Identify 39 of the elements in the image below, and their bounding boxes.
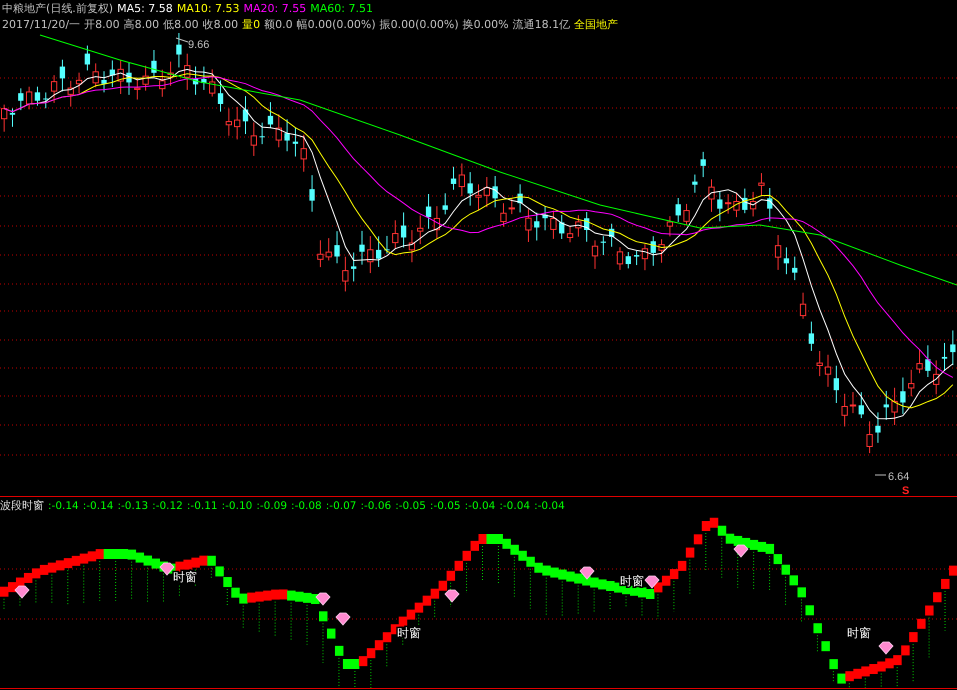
quote-field: 振0.00(0.00%) bbox=[380, 16, 459, 32]
indicator-value: :-0.10 bbox=[222, 500, 252, 512]
indicator-value: :-0.04 bbox=[464, 500, 496, 512]
indicator-value: :-0.08 bbox=[291, 500, 322, 512]
quote-field: 高8.00 bbox=[124, 16, 160, 32]
quote-field: 流通18.1亿 bbox=[512, 16, 570, 32]
window-label: 时窗 bbox=[847, 626, 871, 640]
indicator-value: :-0.04 bbox=[534, 500, 565, 512]
quote-field: 全国地产 bbox=[574, 16, 618, 32]
indicator-value: :-0.14 bbox=[48, 500, 79, 512]
quote-field: 开8.00 bbox=[84, 16, 120, 32]
high-price-label: 9.66 bbox=[176, 38, 210, 51]
quote-field: 量0 bbox=[242, 16, 260, 32]
moving-average-value: MA5: 7.58 bbox=[117, 2, 173, 14]
quote-field: 换0.00% bbox=[462, 16, 509, 32]
moving-average-value: MA20: 7.55 bbox=[244, 2, 306, 14]
moving-average-value: MA60: 7.51 bbox=[310, 2, 373, 14]
indicator-value: :-0.09 bbox=[256, 500, 288, 512]
indicator-value: :-0.05 bbox=[395, 500, 426, 512]
indicator-value: :-0.07 bbox=[326, 500, 356, 512]
quote-field: 2017/11/20/一 bbox=[2, 16, 80, 32]
indicator-value: :-0.06 bbox=[360, 500, 392, 512]
quote-field: 幅0.00(0.00%) bbox=[296, 16, 376, 32]
quote-field: 低8.00 bbox=[163, 16, 199, 32]
indicator-value: :-0.11 bbox=[186, 500, 218, 512]
quote-field: 额0.0 bbox=[264, 16, 293, 32]
indicator-value: :-0.04 bbox=[499, 500, 530, 512]
window-label: 时窗 bbox=[397, 626, 421, 640]
window-label: 时窗 bbox=[173, 570, 197, 584]
sell-signal-marker: S bbox=[902, 485, 910, 496]
indicator-value: :-0.05 bbox=[430, 500, 461, 512]
stock-title: 中粮地产(日线.前复权) bbox=[2, 0, 114, 16]
quote-field: 收8.00 bbox=[202, 16, 238, 32]
moving-average-value: MA10: 7.53 bbox=[176, 2, 240, 14]
indicator-value: :-0.14 bbox=[82, 500, 114, 512]
indicator-value: :-0.12 bbox=[152, 500, 183, 512]
indicator-value: :-0.13 bbox=[117, 500, 148, 512]
indicator-title: 波段时窗 bbox=[0, 498, 44, 513]
low-price-label: 6.64 bbox=[874, 471, 910, 483]
